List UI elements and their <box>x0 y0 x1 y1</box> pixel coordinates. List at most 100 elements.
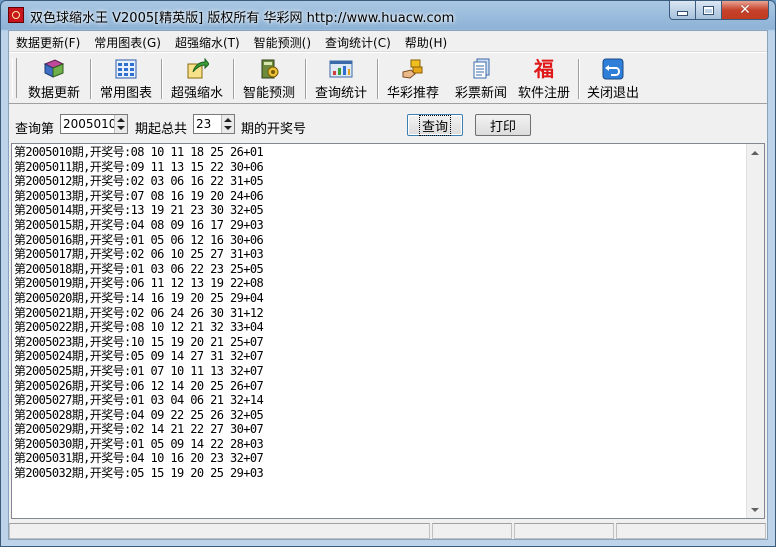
toolbar-predict-button[interactable]: 智能预测 <box>237 58 301 102</box>
result-line: 第2005012期,开奖号:02 03 06 16 22 31+05 <box>14 174 264 189</box>
result-line: 第2005023期,开奖号:10 15 19 20 21 25+07 <box>14 334 264 349</box>
query-from-label: 查询第 <box>15 122 55 137</box>
toolbar-data-update-button[interactable]: 数据更新 <box>22 58 86 102</box>
toolbar-label: 常用图表 <box>99 86 152 101</box>
recommend-hand-icon <box>401 58 425 80</box>
chart-grid-icon <box>114 58 138 80</box>
result-line: 第2005028期,开奖号:04 09 22 25 26 32+05 <box>14 407 264 422</box>
client-area: 数据更新(F) 常用图表(G) 超强缩水(T) 智能预测() 查询统计(C) 帮… <box>8 30 768 540</box>
status-bar <box>9 521 767 539</box>
result-line: 第2005025期,开奖号:01 07 10 11 13 32+07 <box>14 363 264 378</box>
result-line: 第2005029期,开奖号:02 14 21 22 27 30+07 <box>14 422 264 437</box>
toolbar-separator <box>233 59 235 99</box>
result-line: 第2005010期,开奖号:08 10 11 18 25 26+01 <box>14 145 264 159</box>
result-line: 第2005011期,开奖号:09 11 13 15 22 30+06 <box>14 159 264 174</box>
count-spin-arrows[interactable] <box>221 115 234 133</box>
caption-buttons: ✕ <box>669 1 769 21</box>
toolbar-label: 华彩推荐 <box>386 86 439 101</box>
toolbar-label: 关闭退出 <box>586 86 639 101</box>
toolbar-label: 查询统计 <box>314 86 367 101</box>
status-pane-3 <box>514 523 614 539</box>
result-line: 第2005024期,开奖号:05 09 14 27 31 32+07 <box>14 349 264 364</box>
toolbar-label: 彩票新闻 <box>454 86 507 101</box>
close-button[interactable]: ✕ <box>722 1 769 20</box>
result-line: 第2005032期,开奖号:05 15 19 20 25 29+03 <box>14 466 264 481</box>
query-button-label: 查询 <box>418 114 452 136</box>
result-line: 第2005030期,开奖号:01 05 09 14 22 28+03 <box>14 436 264 451</box>
toolbar-shrink-button[interactable]: 超强缩水 <box>165 57 229 102</box>
result-line: 第2005019期,开奖号:06 11 12 13 19 22+08 <box>14 276 264 291</box>
toolbar-label: 软件注册 <box>517 86 570 101</box>
result-line: 第2005021期,开奖号:02 06 24 26 30 31+12 <box>14 305 264 320</box>
toolbar-separator <box>161 59 163 99</box>
fu-glyph: 福 <box>534 57 554 81</box>
period-spin-arrows[interactable] <box>114 115 127 133</box>
status-pane-main <box>9 523 430 539</box>
toolbar-separator <box>305 59 307 99</box>
menu-shrink[interactable]: 超强缩水(T) <box>168 31 247 51</box>
spin-down-icon[interactable] <box>117 126 125 130</box>
menu-help[interactable]: 帮助(H) <box>398 31 454 51</box>
result-line: 第2005026期,开奖号:06 12 14 20 25 26+07 <box>14 378 264 393</box>
result-line: 第2005014期,开奖号:13 19 21 23 30 32+05 <box>14 203 264 218</box>
result-line: 第2005017期,开奖号:02 06 10 25 27 31+03 <box>14 247 264 262</box>
window-title: 双色球缩水王 V2005[精英版] 版权所有 华彩网 http://www.hu… <box>30 11 455 26</box>
minimize-button[interactable] <box>669 1 696 20</box>
toolbar-recommend-button[interactable]: 华彩推荐 <box>381 58 445 102</box>
count-spinner[interactable]: 23 <box>193 114 235 134</box>
menu-charts[interactable]: 常用图表(G) <box>87 31 168 51</box>
book-icon <box>42 58 66 80</box>
close-icon: ✕ <box>739 2 751 18</box>
scroll-down-icon[interactable] <box>747 501 763 518</box>
result-line: 第2005015期,开奖号:04 08 09 16 17 29+03 <box>14 217 264 232</box>
title-bar[interactable]: 双色球缩水王 V2005[精英版] 版权所有 华彩网 http://www.hu… <box>1 1 775 30</box>
shrink-arrow-icon <box>185 57 210 80</box>
menu-predict[interactable]: 智能预测() <box>247 31 318 51</box>
period-value[interactable]: 2005010 <box>63 117 116 131</box>
status-pane-4 <box>616 523 766 539</box>
news-doc-icon <box>469 58 493 80</box>
toolbar-exit-button[interactable]: 关闭退出 <box>582 58 644 102</box>
print-button[interactable]: 打印 <box>475 114 531 136</box>
query-button[interactable]: 查询 <box>407 114 463 136</box>
period-spinner[interactable]: 2005010 <box>60 114 128 134</box>
query-bar: 查询第 2005010 期起总共 23 期的开奖号 查询 打印 <box>9 104 767 140</box>
status-pane-2 <box>432 523 512 539</box>
result-line: 第2005018期,开奖号:01 03 06 22 23 25+05 <box>14 261 264 276</box>
scroll-up-icon[interactable] <box>747 144 763 161</box>
result-line: 第2005016期,开奖号:01 05 06 12 16 30+06 <box>14 232 264 247</box>
toolbar-grip[interactable] <box>12 58 17 98</box>
toolbar-label: 智能预测 <box>242 86 295 101</box>
toolbar-label: 数据更新 <box>27 86 80 101</box>
spin-up-icon[interactable] <box>117 118 125 122</box>
toolbar-query-stats-button[interactable]: 查询统计 <box>309 58 373 102</box>
maximize-button[interactable] <box>696 1 722 20</box>
spin-down-icon[interactable] <box>224 126 232 130</box>
results-lines: 第2005010期,开奖号:08 10 11 18 25 26+01 第20050… <box>14 145 264 481</box>
count-value[interactable]: 23 <box>196 117 211 131</box>
maximize-icon <box>703 5 714 15</box>
toolbar-charts-button[interactable]: 常用图表 <box>94 58 158 102</box>
app-logo-icon[interactable] <box>8 7 24 23</box>
exit-arrow-icon <box>601 58 625 80</box>
vertical-scrollbar[interactable] <box>746 144 764 518</box>
toolbar-news-button[interactable]: 彩票新闻 <box>449 58 513 102</box>
result-line: 第2005031期,开奖号:04 10 16 20 23 32+07 <box>14 451 264 466</box>
result-line: 第2005020期,开奖号:14 16 19 20 25 29+04 <box>14 290 264 305</box>
menu-data-update[interactable]: 数据更新(F) <box>9 31 87 51</box>
spin-up-icon[interactable] <box>224 118 232 122</box>
toolbar-separator <box>578 59 580 99</box>
result-line: 第2005013期,开奖号:07 08 16 19 20 24+06 <box>14 188 264 203</box>
results-textarea[interactable]: 第2005010期,开奖号:08 10 11 18 25 26+01 第20050… <box>11 143 765 519</box>
minimize-icon <box>677 10 688 16</box>
fu-icon: 福 <box>532 58 556 80</box>
toolbar-label: 超强缩水 <box>170 86 223 101</box>
toolbar-separator <box>377 59 379 99</box>
query-total-label: 期起总共 <box>135 122 188 137</box>
toolbar-register-button[interactable]: 福 软件注册 <box>512 58 576 102</box>
query-suffix-label: 期的开奖号 <box>241 122 307 137</box>
menu-query-stats[interactable]: 查询统计(C) <box>318 31 398 51</box>
toolbar: 数据更新 常用图表 超强缩水 智能预测 查询统计 华彩推荐 彩票新闻 福 软件注… <box>9 52 767 104</box>
predict-gear-icon <box>257 58 281 80</box>
result-line: 第2005022期,开奖号:08 10 12 21 32 33+04 <box>14 320 264 335</box>
